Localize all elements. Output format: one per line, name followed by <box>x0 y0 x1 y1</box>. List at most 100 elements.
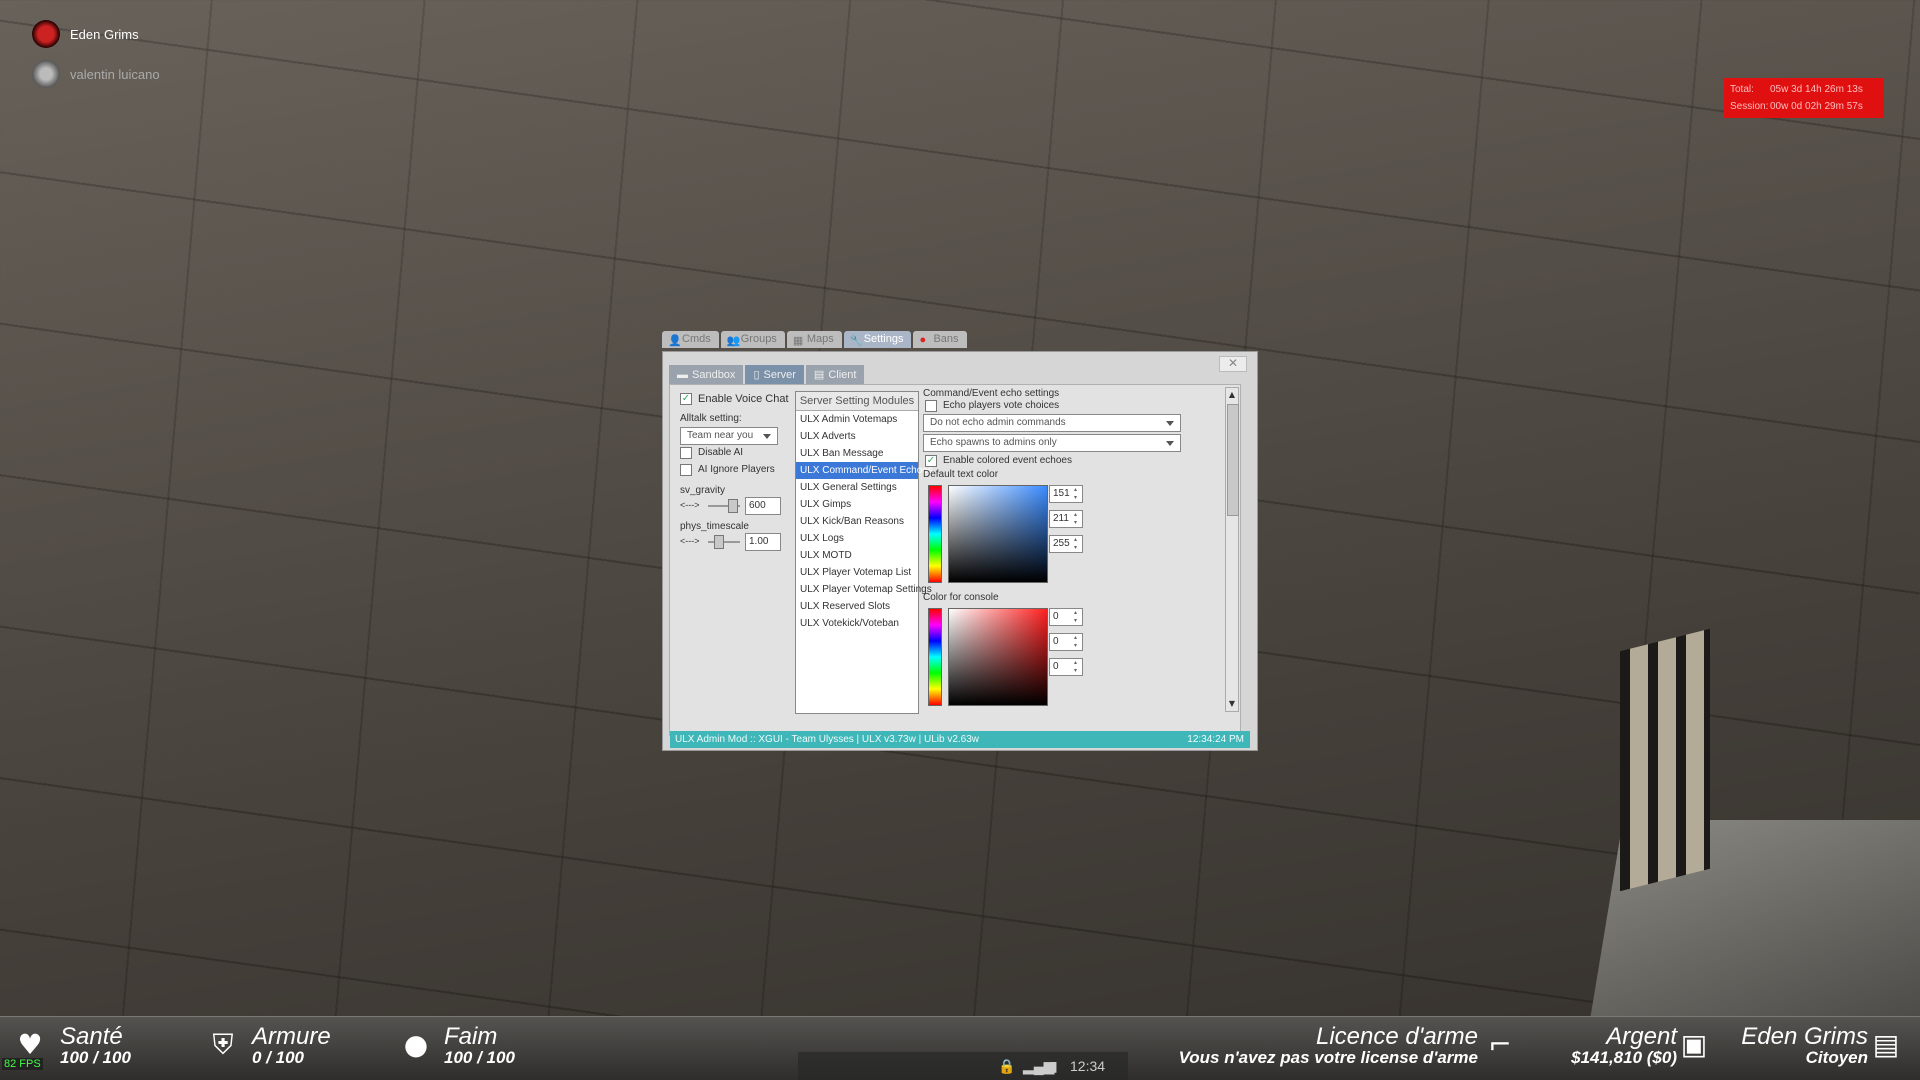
hunger-title: Faim <box>444 1023 498 1050</box>
battery-icon: ▮ <box>1050 1058 1058 1074</box>
settings-scrollbar[interactable]: ▲ ▼ <box>1225 387 1239 712</box>
list-item[interactable]: ULX Player Votemap Settings <box>796 581 932 598</box>
text-color-label: Default text color <box>923 469 999 480</box>
gravity-input[interactable]: 600 <box>745 497 781 515</box>
subtab-server[interactable]: ▯ Server <box>745 365 804 384</box>
text-blue-input[interactable]: 255 <box>1049 535 1083 553</box>
list-item[interactable]: ULX Ban Message <box>796 445 918 462</box>
disable-ai-checkbox[interactable] <box>680 447 692 459</box>
tab-bans[interactable]: ● Bans <box>913 331 967 348</box>
list-header: Server Setting Modules <box>796 392 918 411</box>
admin-echo-dropdown[interactable]: Do not echo admin commands <box>923 414 1181 432</box>
scrollbar-thumb[interactable] <box>1227 404 1239 516</box>
hud-armor: Armure 0 / 100 <box>252 1025 331 1067</box>
speaker-name: valentin luicano <box>70 66 160 82</box>
playtime-session-label: Session: <box>1730 101 1769 112</box>
tab-label: Maps <box>806 333 834 345</box>
list-item-selected[interactable]: ULX Command/Event Echoes <box>796 462 933 479</box>
tab-settings[interactable]: 🔧 Settings <box>843 331 912 348</box>
ai-ignore-checkbox[interactable] <box>680 464 692 476</box>
list-item[interactable]: ULX Admin Votemaps <box>796 411 918 428</box>
tab-maps[interactable]: ▦ Maps <box>786 331 842 348</box>
map-icon: ▦ <box>792 335 804 347</box>
disable-ai-label: Disable AI <box>698 447 744 458</box>
license-value: Vous n'avez pas votre license d'arme <box>1178 1048 1478 1067</box>
timescale-slider[interactable] <box>708 535 740 549</box>
license-title: Licence d'arme <box>1316 1023 1478 1050</box>
list-item[interactable]: ULX MOTD <box>796 547 918 564</box>
list-item[interactable]: ULX Player Votemap List <box>796 564 918 581</box>
money-value: $141,810 ($0) <box>1571 1048 1677 1067</box>
wrench-icon: 🔧 <box>849 335 864 347</box>
text-red-input[interactable]: 151 <box>1049 485 1083 503</box>
text-green-input[interactable]: 211 <box>1049 510 1083 528</box>
money-title: Argent <box>1606 1023 1677 1050</box>
tab-label: Settings <box>863 333 904 345</box>
tab-cmds[interactable]: 👤 Cmds <box>662 331 719 348</box>
gun-icon: ⌐ <box>1488 1028 1512 1061</box>
armor-title: Armure <box>252 1023 331 1050</box>
vote-choices-checkbox[interactable] <box>925 400 937 412</box>
tab-label: Groups <box>740 333 777 345</box>
gravity-slider[interactable] <box>708 499 740 513</box>
chevron-down-icon <box>1166 441 1174 446</box>
playtime-total: 05w 3d 14h 26m 13s <box>1770 84 1863 95</box>
fps-counter: 82 FPS <box>2 1058 43 1070</box>
scroll-up-icon[interactable]: ▲ <box>1227 389 1237 401</box>
scroll-down-icon[interactable]: ▼ <box>1227 698 1237 710</box>
window-icon: ▤ <box>813 369 825 381</box>
armor-icon: ⛨ <box>212 1028 234 1061</box>
apple-icon: ● <box>403 1028 429 1061</box>
timescale-label: phys_timescale <box>680 521 749 532</box>
console-green-input[interactable]: 0 <box>1049 633 1083 651</box>
echo-title: Command/Event echo settings <box>923 388 1060 399</box>
hud-hunger: Faim 100 / 100 <box>444 1025 515 1067</box>
console-hue-bar[interactable] <box>928 608 942 706</box>
colored-echo-checkbox[interactable]: ✓ <box>925 455 937 467</box>
list-item[interactable]: ULX Kick/Ban Reasons <box>796 513 918 530</box>
console-red-input[interactable]: 0 <box>1049 608 1083 626</box>
wallet-icon: ▣ <box>1680 1028 1708 1061</box>
alltalk-dropdown[interactable]: Team near you <box>680 427 778 445</box>
armor-value: 0 / 100 <box>252 1048 304 1067</box>
spawn-echo-dropdown[interactable]: Echo spawns to admins only <box>923 434 1181 452</box>
voice-chat-checkbox[interactable]: ✓ <box>680 393 692 405</box>
text-color-picker[interactable] <box>948 485 1048 583</box>
hud-license: Licence d'arme Vous n'avez pas votre lic… <box>1179 1025 1478 1067</box>
speaker-name: Eden Grims <box>70 26 139 42</box>
dropdown-value: Echo spawns to admins only <box>930 437 1057 448</box>
voice-chat-label: Enable Voice Chat <box>698 393 789 405</box>
subtab-client[interactable]: ▤ Client <box>805 365 865 384</box>
chevron-down-icon <box>763 434 771 439</box>
list-item[interactable]: ULX Reserved Slots <box>796 598 918 615</box>
id-card-icon: ▤ <box>1872 1028 1900 1061</box>
text-hue-bar[interactable] <box>928 485 942 583</box>
list-item[interactable]: ULX Gimps <box>796 496 918 513</box>
colored-echo-label: Enable colored event echoes <box>943 455 1072 466</box>
subtab-sandbox[interactable]: ▬ Sandbox <box>669 365 744 384</box>
list-item[interactable]: ULX Logs <box>796 530 918 547</box>
group-icon: 👥 <box>726 335 741 347</box>
timescale-input[interactable]: 1.00 <box>745 533 781 551</box>
health-title: Santé <box>60 1023 123 1050</box>
server-settings-panel: ✓ Enable Voice Chat Alltalk setting: Tea… <box>669 384 1241 736</box>
tray-clock: 12:34 <box>1070 1058 1106 1074</box>
avatar <box>32 60 60 88</box>
xgui-statusbar: ULX Admin Mod :: XGUI - Team Ulysses | U… <box>670 731 1250 748</box>
list-item[interactable]: ULX Votekick/Voteban <box>796 615 918 632</box>
status-time: 12:34:24 PM <box>1187 734 1244 745</box>
slider-knob[interactable] <box>714 535 724 549</box>
heart-icon: ♥ <box>17 1028 43 1061</box>
slider-knob[interactable] <box>728 499 738 513</box>
playtime-total-label: Total: <box>1730 84 1754 95</box>
close-button[interactable]: ✕ <box>1219 356 1247 372</box>
list-item[interactable]: ULX Adverts <box>796 428 918 445</box>
console-blue-input[interactable]: 0 <box>1049 658 1083 676</box>
console-color-picker[interactable] <box>948 608 1048 706</box>
list-item[interactable]: ULX General Settings <box>796 479 918 496</box>
playtime-session: 00w 0d 02h 29m 57s <box>1770 101 1863 112</box>
player-value: Citoyen <box>1805 1048 1868 1067</box>
xgui-window: ✕ ▬ Sandbox ▯ Server ▤ Client ✓ Enable Voic… <box>662 351 1258 751</box>
tab-groups[interactable]: 👥 Groups <box>720 331 785 348</box>
hud-money: Argent $141,810 ($0) <box>1571 1025 1677 1067</box>
